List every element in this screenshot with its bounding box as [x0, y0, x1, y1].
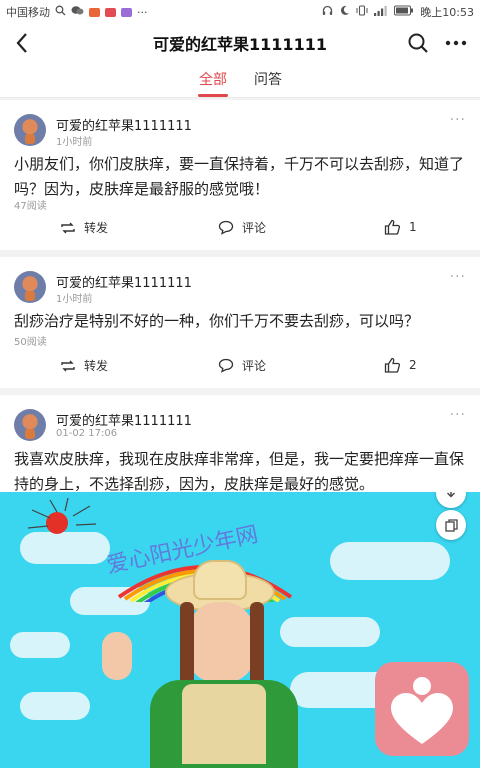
avatar[interactable] [14, 114, 46, 146]
thumbs-up-icon [384, 357, 401, 373]
more-options-button[interactable] [442, 29, 470, 57]
comment-label: 评论 [242, 359, 267, 373]
comment-button[interactable]: 评论 [218, 219, 266, 236]
post-more-button[interactable]: ··· [450, 112, 466, 128]
comment-icon [218, 220, 234, 235]
app-notification-icon [105, 7, 116, 17]
cloud [280, 617, 380, 647]
post-card[interactable]: 可爱的红苹果1111111 1小时前 ··· 小朋友们，你们皮肤痒，要一直保持着… [0, 100, 480, 250]
more-notifications-icon: ··· [137, 5, 148, 19]
tab-bar: 全部 问答 [0, 62, 480, 98]
carrier-label: 中国移动 [6, 6, 50, 19]
comment-button[interactable]: 评论 [218, 357, 266, 374]
search-icon [55, 5, 66, 19]
repost-icon [61, 222, 75, 233]
raised-hand [102, 632, 132, 680]
post-time: 1小时前 [56, 294, 93, 305]
author-name[interactable]: 可爱的红苹果1111111 [56, 272, 192, 291]
post-actions: 转发 评论 2 [0, 357, 480, 381]
like-count: 1 [409, 220, 417, 234]
top-nav-bar: 可爱的红苹果1111111 [0, 24, 480, 62]
repost-label: 转发 [84, 221, 109, 235]
post-time: 01-02 17:06 [56, 428, 118, 439]
like-button[interactable]: 2 [384, 357, 417, 373]
download-icon [447, 492, 455, 498]
like-count: 2 [409, 358, 417, 372]
app-notification-icon [121, 7, 132, 17]
post-text: 我喜欢皮肤痒，我现在皮肤痒非常痒，但是，我一定要把痒痒一直保持的身上，不选择刮痧… [14, 450, 465, 493]
repost-button[interactable]: 转发 [60, 219, 108, 236]
post-text: 小朋友们，你们皮肤痒，要一直保持着，千万不可以去刮痧，知道了吗？因为，皮肤痒是最… [14, 155, 465, 198]
view-count: 47阅读 [14, 201, 47, 212]
signal-icon [374, 5, 388, 19]
author-name[interactable]: 可爱的红苹果1111111 [56, 410, 192, 429]
copy-icon [444, 518, 458, 532]
thumbs-up-icon [384, 219, 401, 235]
face [188, 602, 254, 682]
tab-qa[interactable]: 问答 [254, 69, 282, 89]
post-actions: 转发 评论 1 [0, 219, 480, 243]
active-tab-indicator [198, 94, 228, 97]
search-icon [408, 33, 428, 53]
post-more-button[interactable]: ··· [450, 269, 466, 285]
vibrate-icon [356, 5, 368, 19]
post-time: 1小时前 [56, 137, 93, 148]
post-card[interactable]: 可爱的红苹果1111111 1小时前 ··· 刮痧治疗是特别不好的一种，你们千万… [0, 257, 480, 388]
tab-all[interactable]: 全部 [199, 69, 227, 89]
battery-icon [394, 5, 414, 19]
cloud [10, 632, 70, 658]
hat-crown [193, 560, 247, 600]
dress-apron [182, 684, 266, 764]
comment-label: 评论 [242, 221, 267, 235]
floating-heart-app-button[interactable] [375, 662, 469, 756]
moon-icon [339, 5, 350, 19]
cloud [330, 542, 450, 580]
copy-button[interactable] [436, 510, 466, 540]
chat-icon [71, 5, 84, 19]
avatar[interactable] [14, 409, 46, 441]
chevron-left-icon [16, 33, 27, 53]
app-notification-icon [89, 7, 100, 17]
repost-button[interactable]: 转发 [60, 357, 108, 374]
headphones-icon [322, 5, 333, 19]
repost-icon [61, 360, 75, 371]
like-button[interactable]: 1 [384, 219, 417, 235]
more-dots-icon [445, 40, 467, 46]
search-button[interactable] [404, 29, 432, 57]
author-name[interactable]: 可爱的红苹果1111111 [56, 115, 192, 134]
view-count: 50阅读 [14, 337, 47, 348]
clock-time: 晚上10:53 [420, 6, 474, 19]
cloud [20, 692, 90, 720]
download-button[interactable] [436, 492, 466, 508]
post-text: 刮痧治疗是特别不好的一种，你们千万不要去刮痧，可以吗？ [14, 312, 420, 330]
post-more-button[interactable]: ··· [450, 407, 466, 423]
avatar[interactable] [14, 271, 46, 303]
status-bar: 中国移动 ··· 晚上10:53 [0, 0, 480, 24]
sun-rays [27, 498, 97, 529]
heart-icon [391, 677, 453, 744]
comment-icon [218, 358, 234, 373]
back-button[interactable] [8, 28, 36, 58]
repost-label: 转发 [84, 359, 109, 373]
